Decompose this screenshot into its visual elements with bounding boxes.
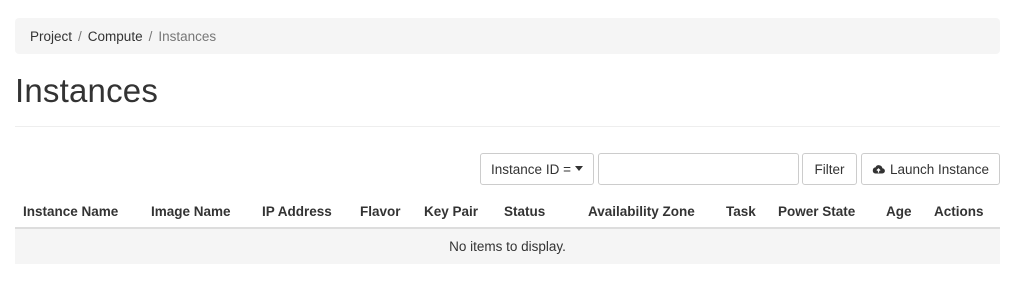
caret-down-icon — [574, 165, 583, 171]
filter-button[interactable]: Filter — [802, 153, 857, 185]
column-flavor[interactable]: Flavor — [360, 204, 401, 219]
column-task[interactable]: Task — [726, 204, 756, 219]
column-availability-zone[interactable]: Availability Zone — [588, 204, 695, 219]
breadcrumb-project-link[interactable]: Project — [30, 29, 72, 44]
breadcrumb-compute-link[interactable]: Compute — [88, 29, 143, 44]
breadcrumb: Project / Compute / Instances — [15, 18, 1000, 54]
title-divider — [15, 126, 1000, 127]
launch-instance-button[interactable]: Launch Instance — [861, 153, 1000, 185]
filter-field-label: Instance ID = — [491, 161, 571, 177]
breadcrumb-current: Instances — [158, 28, 217, 44]
empty-message: No items to display. — [449, 239, 566, 254]
breadcrumb-separator: / — [148, 28, 153, 44]
column-instance-name[interactable]: Instance Name — [23, 204, 118, 219]
filter-input[interactable] — [598, 153, 799, 185]
column-key-pair[interactable]: Key Pair — [424, 204, 478, 219]
column-actions: Actions — [934, 204, 984, 219]
table-empty-row: No items to display. — [15, 229, 1000, 264]
page-title: Instances — [15, 72, 159, 109]
column-image-name[interactable]: Image Name — [151, 204, 231, 219]
column-ip-address[interactable]: IP Address — [262, 204, 332, 219]
cloud-upload-icon — [872, 164, 885, 174]
launch-instance-label: Launch Instance — [889, 161, 990, 177]
column-age[interactable]: Age — [886, 204, 912, 219]
breadcrumb-separator: / — [78, 28, 82, 44]
column-power-state[interactable]: Power State — [778, 204, 855, 219]
column-status[interactable]: Status — [504, 204, 545, 219]
instances-table-header: Instance Name Image Name IP Address Flav… — [15, 196, 1000, 229]
filter-field-dropdown[interactable]: Instance ID = — [480, 153, 594, 185]
